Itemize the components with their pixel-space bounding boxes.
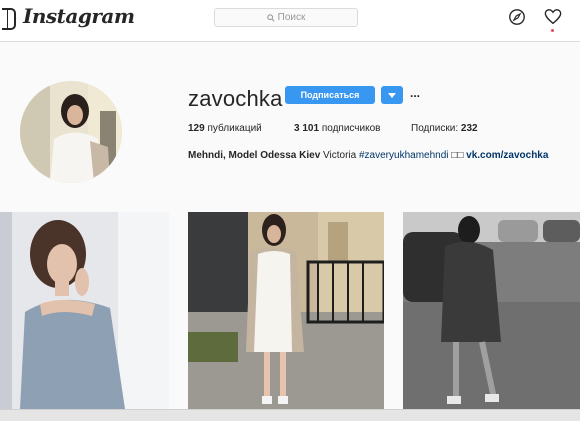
camera-logo-icon [2,8,16,30]
following-label: Подписки: [411,123,459,134]
avatar-image [20,81,122,183]
more-options-button[interactable]: ... [410,86,422,104]
bio-emoji: □□ [451,150,464,161]
post-image [188,212,384,409]
caret-down-icon [388,92,396,98]
search-icon [266,13,275,22]
top-navigation-bar: Instagram Поиск [0,0,580,42]
notification-dot [551,29,554,32]
posts-count-stat: 129 публикаций [188,123,262,134]
bio-text: Victoria [323,150,357,161]
explore-compass-icon[interactable] [508,8,526,26]
suggestions-dropdown-button[interactable] [381,86,403,104]
post-photo-1[interactable] [0,212,169,409]
profile-bio: Mehndi, Model Odessa Kiev Victoria #zave… [188,150,548,161]
logo-wordmark: Instagram [23,4,135,28]
following-stat[interactable]: Подписки: 232 [411,123,478,134]
post-photo-3[interactable] [403,212,580,409]
followers-label: подписчиков [321,123,381,134]
bio-hashtag-link[interactable]: #zaveryukhamehndi [359,150,449,161]
posts-label: публикаций [207,123,262,134]
post-image [0,212,169,409]
taskbar-strip [0,409,580,421]
follow-button[interactable]: Подписаться [285,86,375,104]
followers-count: 3 101 [294,123,320,134]
bio-full-name: Mehndi, Model Odessa Kiev [188,150,321,161]
followers-stat[interactable]: 3 101 подписчиков [294,123,380,134]
avatar[interactable] [20,81,122,183]
post-image [403,212,580,409]
profile-username: zavochka [188,86,283,111]
instagram-logo[interactable]: Instagram [2,0,135,36]
logo-divider [7,9,8,29]
heart-icon[interactable] [544,8,562,26]
posts-count: 129 [188,123,205,134]
post-photo-2[interactable] [188,212,384,409]
search-input[interactable]: Поиск [214,8,358,27]
following-count: 232 [460,123,478,134]
bio-website-link[interactable]: vk.com/zavochka [466,150,548,161]
search-placeholder: Поиск [277,12,306,23]
